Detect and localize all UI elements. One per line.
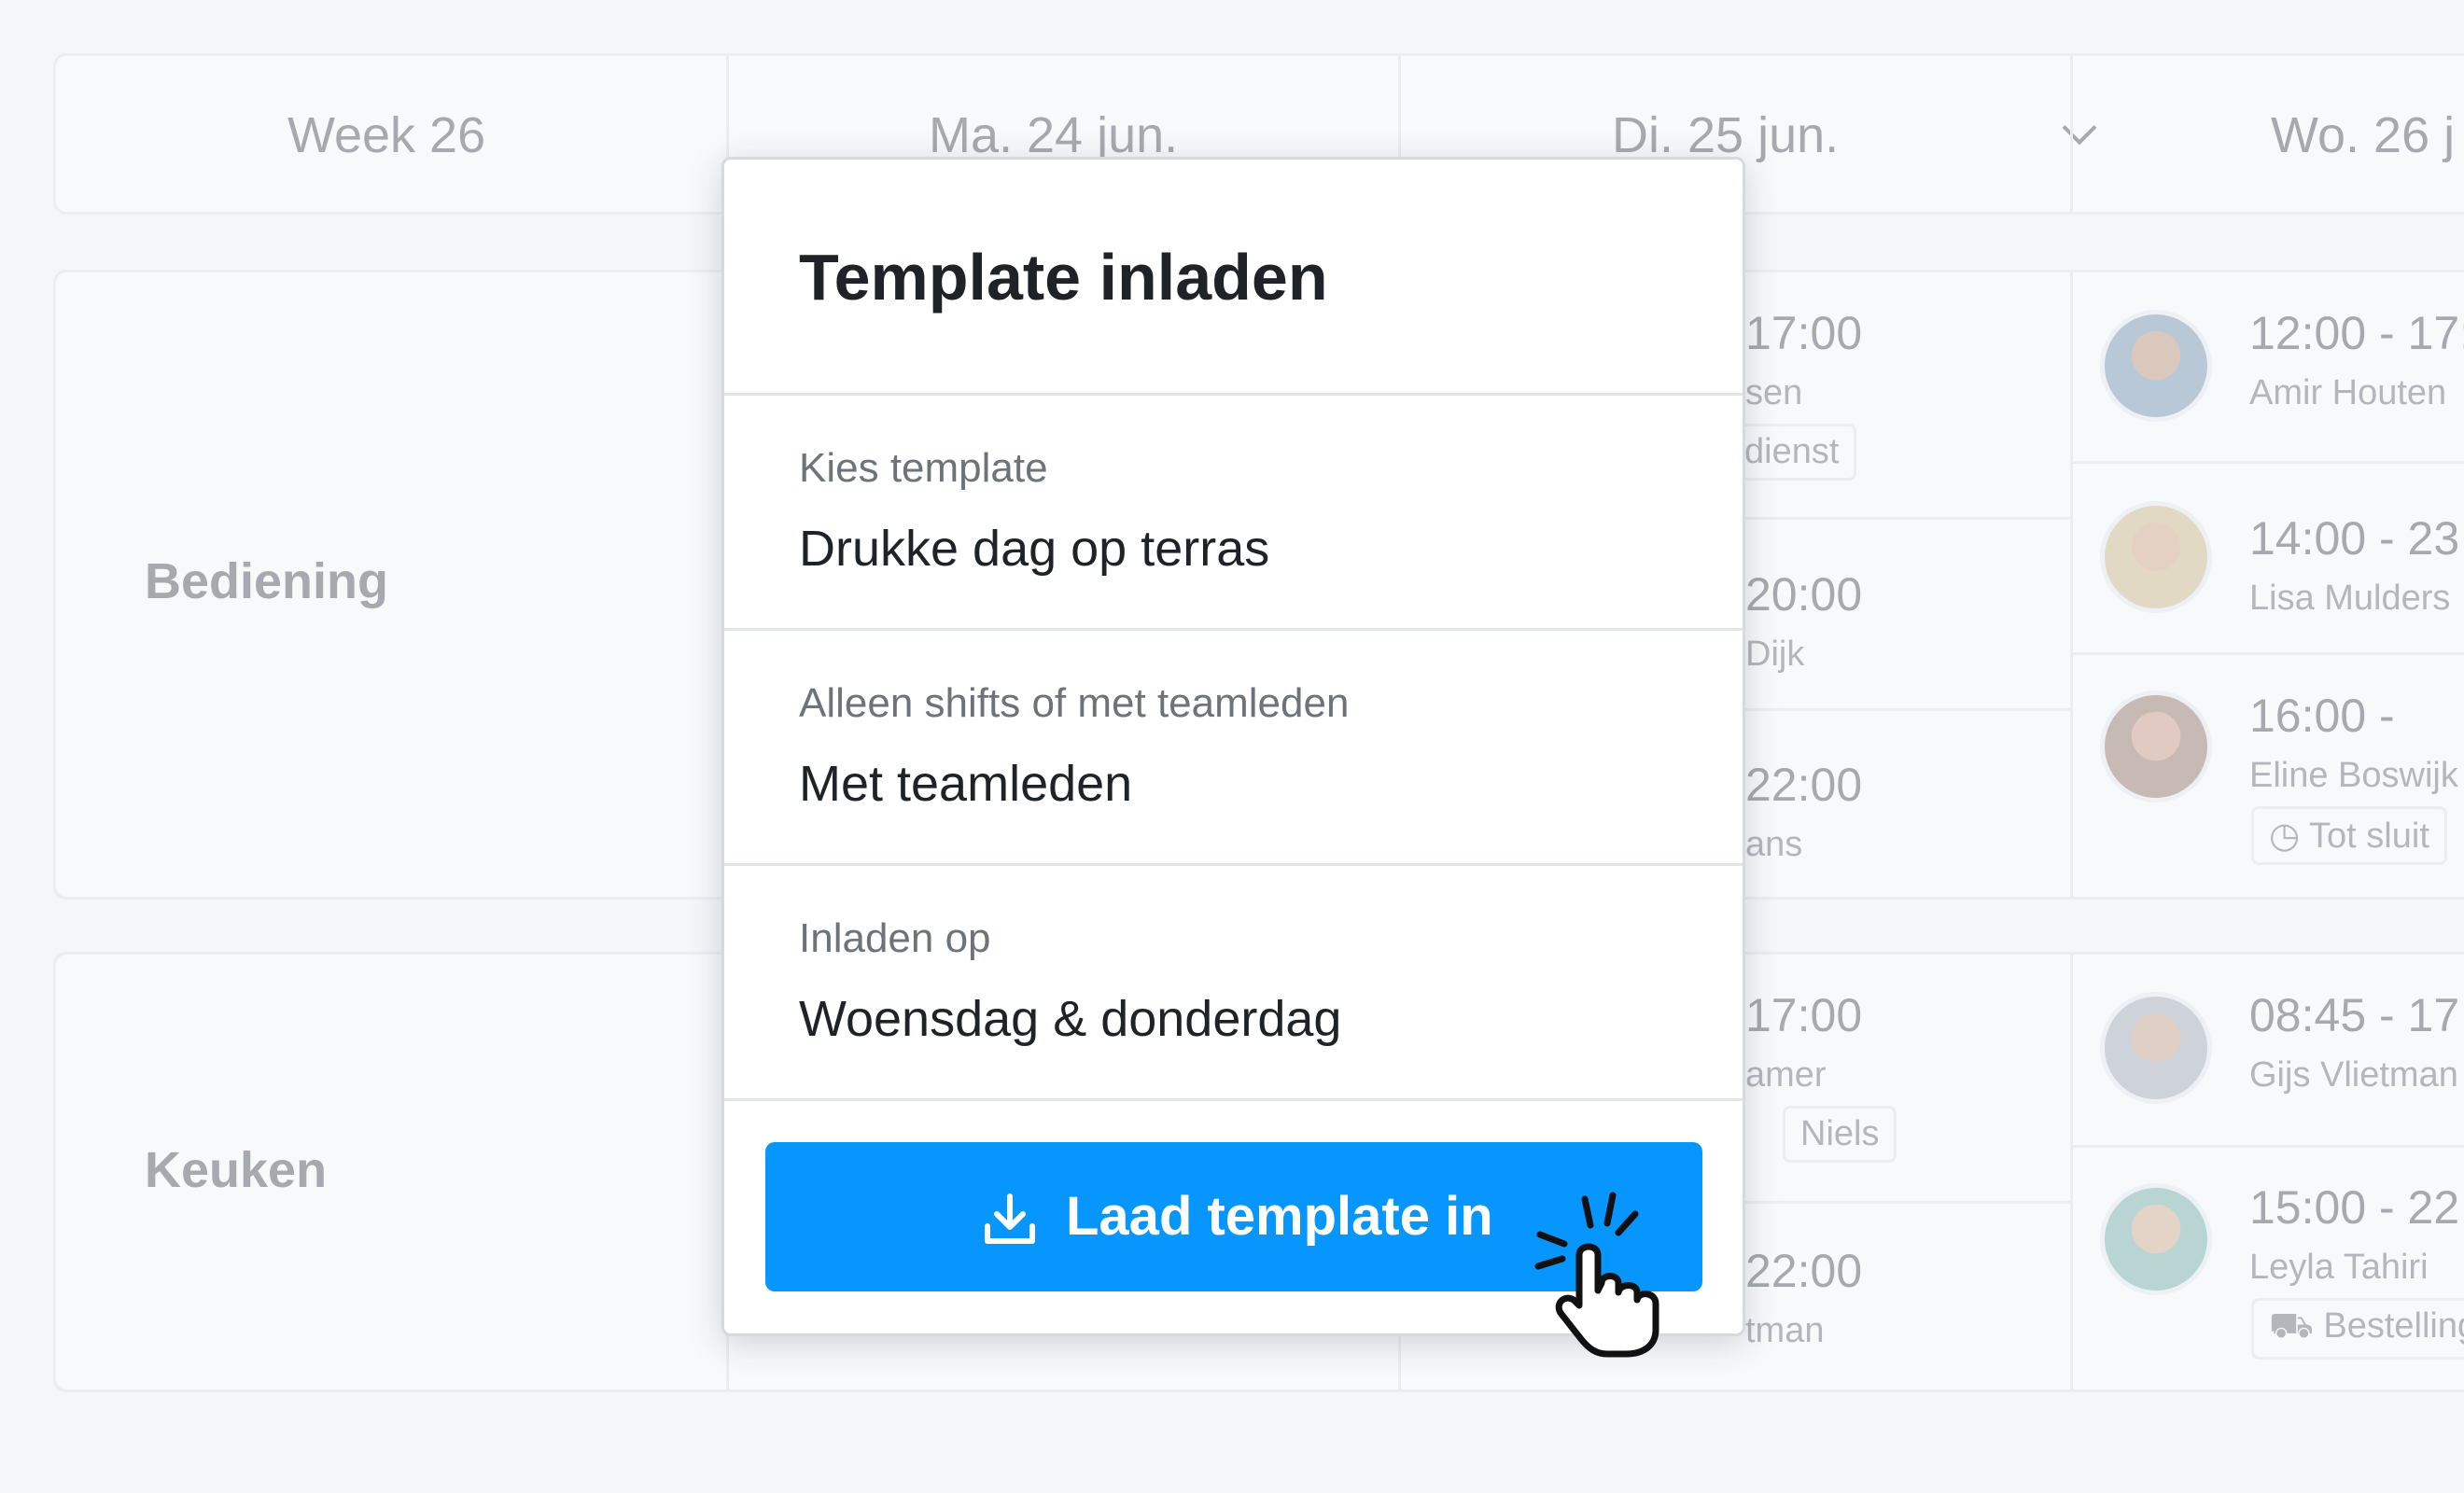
shift-time: 12:00 - 17: bbox=[2249, 307, 2464, 359]
field-value: Woensdag & donderdag bbox=[799, 991, 1342, 1047]
shift-employee: Leyla Tahiri bbox=[2249, 1248, 2429, 1287]
load-template-button-label: Laad template in bbox=[1066, 1186, 1493, 1247]
shift-time: 20:00 bbox=[1745, 568, 1863, 621]
shift-time: 16:00 - bbox=[2249, 690, 2395, 742]
shift-time: 08:45 - 17 bbox=[2249, 989, 2460, 1041]
shift-tag: dienst bbox=[1727, 424, 1857, 481]
shift-tag: Niels bbox=[1783, 1106, 1897, 1163]
clock-icon: ◷ bbox=[2269, 816, 2301, 856]
shift-time: 17:00 bbox=[1745, 989, 1863, 1041]
field-label: Alleen shifts of met teamleden bbox=[799, 680, 1350, 726]
field-value: Met teamleden bbox=[799, 756, 1133, 812]
shift-employee: tman bbox=[1745, 1311, 1825, 1350]
avatar bbox=[2100, 691, 2212, 802]
shift-card[interactable]: 17:00 sen bbox=[1745, 306, 1862, 413]
shift-employee: amer bbox=[1745, 1055, 1827, 1095]
day-header-wednesday[interactable]: Wo. 26 j bbox=[2271, 56, 2455, 212]
field-label: Inladen op bbox=[799, 915, 991, 961]
shift-card[interactable]: 22:00 ans bbox=[1745, 758, 1862, 865]
shift-employee: Dijk bbox=[1745, 635, 1805, 674]
shift-time: 17:00 bbox=[1745, 307, 1863, 359]
shift-card[interactable]: 15:00 - 22 Leyla Tahiri bbox=[2249, 1180, 2459, 1288]
shift-employee: ans bbox=[1745, 825, 1803, 864]
shift-employee: Amir Houten bbox=[2249, 373, 2447, 412]
week-label: Week 26 bbox=[287, 107, 486, 163]
avatar bbox=[2100, 1183, 2212, 1295]
shift-card[interactable]: 20:00 Dijk bbox=[1745, 567, 1862, 675]
shift-card[interactable]: 08:45 - 17 Gijs Vlietman bbox=[2249, 988, 2459, 1095]
download-icon bbox=[985, 1193, 1035, 1244]
section-label: Bediening bbox=[145, 553, 389, 609]
shift-time: 15:00 - 22 bbox=[2249, 1181, 2460, 1234]
shift-tag: ◷ Tot sluit bbox=[2251, 806, 2447, 865]
shift-employee: Eline Boswijk bbox=[2249, 756, 2458, 795]
pointer-hand-icon bbox=[1534, 1192, 1659, 1358]
modal-title: Template inladen bbox=[799, 241, 1328, 314]
shift-employee: Lisa Mulders bbox=[2249, 579, 2451, 618]
section-label: Keuken bbox=[145, 1142, 328, 1198]
chevron-down-icon[interactable] bbox=[2062, 110, 2097, 146]
truck-icon: ⛟ bbox=[2269, 1306, 2314, 1346]
shift-card[interactable]: 17:00 amer bbox=[1745, 988, 1862, 1095]
shift-tag: ⛟ Bestelling bbox=[2251, 1298, 2464, 1360]
shift-time: 14:00 - 23 bbox=[2249, 512, 2460, 565]
avatar bbox=[2100, 992, 2212, 1104]
shift-card[interactable]: 22:00 tman bbox=[1745, 1244, 1862, 1351]
field-value: Drukke dag op terras bbox=[799, 521, 1270, 577]
avatar bbox=[2100, 501, 2212, 613]
shift-employee: sen bbox=[1745, 373, 1803, 412]
field-label: Kies template bbox=[799, 445, 1048, 491]
shift-card[interactable]: 14:00 - 23 Lisa Mulders bbox=[2249, 511, 2459, 619]
avatar bbox=[2100, 310, 2212, 422]
shift-employee: Gijs Vlietman bbox=[2249, 1055, 2458, 1095]
shift-time: 22:00 bbox=[1745, 759, 1863, 811]
template-modal: Template inladen Kies template Drukke da… bbox=[721, 157, 1745, 1336]
shift-card[interactable]: 16:00 - Eline Boswijk bbox=[2249, 689, 2458, 796]
shift-card[interactable]: 12:00 - 17: Amir Houten bbox=[2249, 306, 2464, 413]
shift-time: 22:00 bbox=[1745, 1245, 1863, 1297]
